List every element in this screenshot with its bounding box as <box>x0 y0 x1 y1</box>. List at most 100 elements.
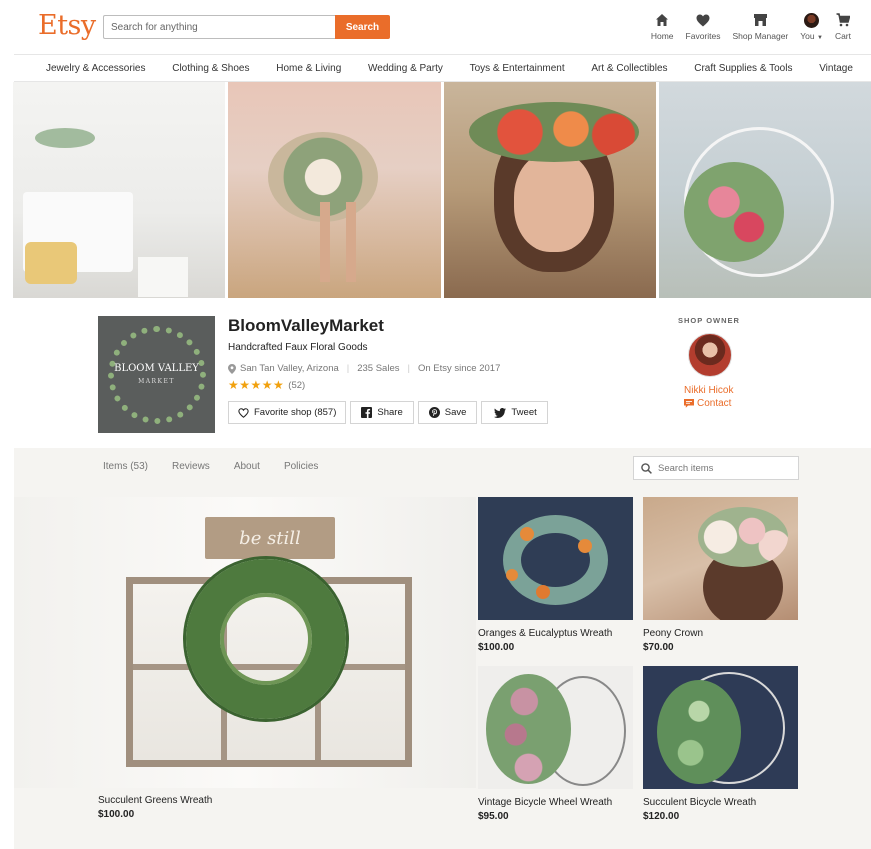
tweet-button[interactable]: Tweet <box>481 401 548 424</box>
listing-image <box>478 666 633 789</box>
owner-avatar[interactable] <box>688 333 732 377</box>
featured-item-caption[interactable]: Succulent Greens Wreath $100.00 <box>98 795 212 820</box>
contact-owner-link[interactable]: Contact <box>684 398 731 409</box>
listing-price: $120.00 <box>643 811 680 822</box>
banner-photo-flower-crown <box>443 82 656 298</box>
shop-location: San Tan Valley, Arizona <box>240 363 339 374</box>
search-icon <box>641 462 652 474</box>
meta-divider: | <box>346 363 350 374</box>
header: Etsy Search Home Favorites Shop Manager … <box>0 0 871 54</box>
featured-item-price: $100.00 <box>98 809 135 820</box>
cart-icon <box>835 12 851 28</box>
listing-price: $95.00 <box>478 811 509 822</box>
shop-meta: San Tan Valley, Arizona | 235 Sales | On… <box>228 363 500 374</box>
star-rating-icon: ★★★★★ <box>228 378 285 392</box>
etsy-logo[interactable]: Etsy <box>38 10 96 41</box>
location-pin-icon <box>228 363 236 374</box>
shop-manager-icon <box>752 12 768 28</box>
listing-card[interactable]: Succulent Bicycle Wreath $120.00 <box>643 666 798 822</box>
listing-title: Succulent Bicycle Wreath <box>643 797 757 808</box>
item-search-input[interactable] <box>658 462 788 474</box>
search-input[interactable] <box>103 15 335 39</box>
item-search-box <box>633 456 799 480</box>
category-clothing[interactable]: Clothing & Shoes <box>172 63 249 74</box>
shop-tagline: Handcrafted Faux Floral Goods <box>228 342 368 353</box>
greens-wreath <box>186 559 346 719</box>
facebook-icon <box>361 407 373 418</box>
save-label: Save <box>444 407 467 418</box>
home-icon <box>654 12 670 28</box>
shop-tabs: Items (53) Reviews About Policies <box>103 461 318 472</box>
twitter-icon <box>494 407 507 418</box>
banner-photo-nursery <box>13 82 226 298</box>
shop-sales: 235 Sales <box>357 363 400 374</box>
be-still-sign: be still <box>205 517 335 559</box>
header-nav: Home Favorites Shop Manager You ▼ Cart <box>645 12 857 41</box>
banner-photo-bicycle-wreath <box>658 82 871 298</box>
nav-shop-manager[interactable]: Shop Manager <box>727 12 795 41</box>
pinterest-icon <box>428 407 440 418</box>
nav-home-label: Home <box>650 31 674 41</box>
category-jewelry[interactable]: Jewelry & Accessories <box>46 63 145 74</box>
rating-count: (52) <box>288 379 306 391</box>
tab-reviews[interactable]: Reviews <box>172 461 210 472</box>
nav-shop-manager-label: Shop Manager <box>732 31 789 41</box>
listing-title: Peony Crown <box>643 628 704 639</box>
category-nav: Jewelry & Accessories Clothing & Shoes H… <box>14 54 871 82</box>
shop-rating[interactable]: ★★★★★ (52) <box>228 378 305 392</box>
featured-item-image[interactable]: be still <box>14 497 476 788</box>
featured-item-title: Succulent Greens Wreath <box>98 795 213 806</box>
share-label: Share <box>377 407 403 418</box>
search-bar: Search <box>103 15 390 39</box>
category-craft[interactable]: Craft Supplies & Tools <box>694 63 792 74</box>
heart-icon <box>695 12 711 28</box>
listing-card[interactable]: Oranges & Eucalyptus Wreath $100.00 <box>478 497 633 653</box>
avatar <box>804 12 820 28</box>
category-home-living[interactable]: Home & Living <box>276 63 341 74</box>
listing-image <box>478 497 633 620</box>
message-icon <box>684 399 694 408</box>
listing-price: $100.00 <box>478 642 515 653</box>
share-button[interactable]: Share <box>350 401 414 424</box>
category-toys[interactable]: Toys & Entertainment <box>470 63 565 74</box>
shop-banner <box>13 82 871 298</box>
listing-title: Oranges & Eucalyptus Wreath <box>478 628 613 639</box>
listing-card[interactable]: Peony Crown $70.00 <box>643 497 798 653</box>
tweet-label: Tweet <box>511 407 537 418</box>
contact-label: Contact <box>697 398 732 409</box>
tab-policies[interactable]: Policies <box>284 461 318 472</box>
nav-cart-label: Cart <box>834 31 851 41</box>
nav-home[interactable]: Home <box>645 12 680 41</box>
listing-card[interactable]: Vintage Bicycle Wheel Wreath $95.00 <box>478 666 633 822</box>
nav-favorites[interactable]: Favorites <box>680 12 727 41</box>
meta-divider: | <box>407 363 410 374</box>
chevron-down-icon: ▼ <box>816 35 823 41</box>
listing-image <box>643 666 798 789</box>
owner-name-link[interactable]: Nikki Hicok <box>684 385 733 396</box>
shop-logo-title: BLOOM VALLEY <box>114 362 199 374</box>
shop-owner-heading: SHOP OWNER <box>678 316 740 325</box>
nav-you-label: You <box>800 31 815 41</box>
shop-logo: BLOOM VALLEY MARKET <box>98 316 215 433</box>
shop-logo-subtitle: MARKET <box>138 377 175 385</box>
shop-since: On Etsy since 2017 <box>417 363 501 374</box>
tab-about[interactable]: About <box>234 461 260 472</box>
nav-cart[interactable]: Cart <box>829 12 857 41</box>
banner-photo-bouquet <box>228 82 441 298</box>
favorite-shop-button[interactable]: Favorite shop (857) <box>228 401 347 424</box>
favorite-shop-label: Favorite shop (857) <box>254 407 337 418</box>
listing-image <box>643 497 798 620</box>
listing-price: $70.00 <box>643 642 674 653</box>
heart-outline-icon <box>238 407 249 418</box>
listing-title: Vintage Bicycle Wheel Wreath <box>478 797 613 808</box>
save-button[interactable]: Save <box>417 401 478 424</box>
shop-actions: Favorite shop (857) Share Save Tweet <box>228 401 552 424</box>
shop-name: BloomValleyMarket <box>228 316 384 335</box>
category-wedding[interactable]: Wedding & Party <box>368 63 443 74</box>
search-button[interactable]: Search <box>335 15 390 39</box>
tab-items[interactable]: Items (53) <box>103 461 148 472</box>
category-vintage[interactable]: Vintage <box>819 63 853 74</box>
category-art[interactable]: Art & Collectibles <box>591 63 667 74</box>
nav-favorites-label: Favorites <box>685 31 721 41</box>
nav-you[interactable]: You ▼ <box>794 12 829 41</box>
